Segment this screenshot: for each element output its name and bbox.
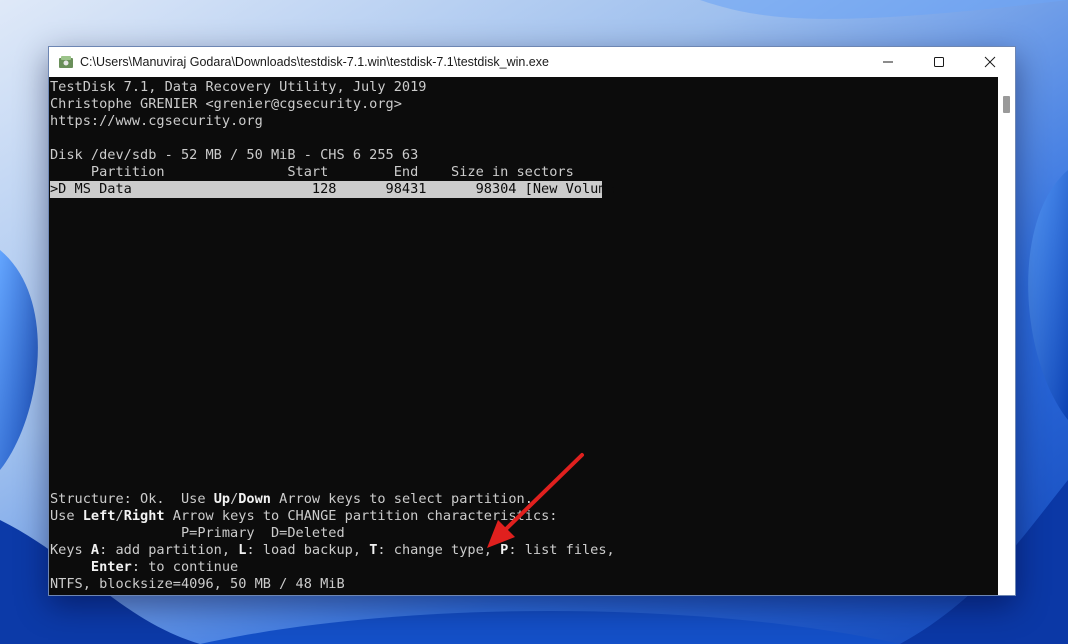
- status-line-keys: Keys A: add partition, L: load backup, T…: [50, 542, 615, 558]
- testdisk-app-icon: [59, 56, 73, 68]
- testdisk-window: C:\Users\Manuviraj Godara\Downloads\test…: [48, 46, 1016, 596]
- window-title: C:\Users\Manuviraj Godara\Downloads\test…: [80, 55, 549, 69]
- partition-row-selected[interactable]: >D MS Data 128 98431 98304 [New Volume]: [50, 181, 623, 198]
- minimize-button[interactable]: [862, 47, 913, 77]
- status-line-filesystem: NTFS, blocksize=4096, 50 MB / 48 MiB: [50, 576, 345, 592]
- close-button[interactable]: [964, 47, 1015, 77]
- status-line-enter: Enter: to continue: [90, 559, 239, 575]
- close-icon: [984, 56, 995, 68]
- partition-table-header: Partition Start End Size in sectors: [50, 164, 574, 180]
- scrollbar-thumb[interactable]: [1003, 96, 1010, 113]
- header-line-3: https://www.cgsecurity.org: [50, 113, 263, 129]
- status-line-types: P=Primary D=Deleted: [50, 525, 345, 541]
- title-bar[interactable]: C:\Users\Manuviraj Godara\Downloads\test…: [49, 47, 1015, 77]
- header-line-1: TestDisk 7.1, Data Recovery Utility, Jul…: [50, 79, 427, 95]
- maximize-icon: [933, 57, 944, 67]
- disk-info: Disk /dev/sdb - 52 MB / 50 MiB - CHS 6 2…: [50, 147, 419, 163]
- status-line-structure: Structure: Ok. Use Up/Down Arrow keys to…: [50, 491, 533, 507]
- minimize-icon: [882, 61, 893, 63]
- vertical-scrollbar[interactable]: [998, 77, 1015, 595]
- console-area[interactable]: TestDisk 7.1, Data Recovery Utility, Jul…: [49, 77, 997, 595]
- header-line-2: Christophe GRENIER <grenier@cgsecurity.o…: [50, 96, 402, 112]
- window-controls: [862, 47, 1015, 77]
- maximize-button[interactable]: [913, 47, 964, 77]
- status-line-change: Use Left/Right Arrow keys to CHANGE part…: [50, 508, 558, 524]
